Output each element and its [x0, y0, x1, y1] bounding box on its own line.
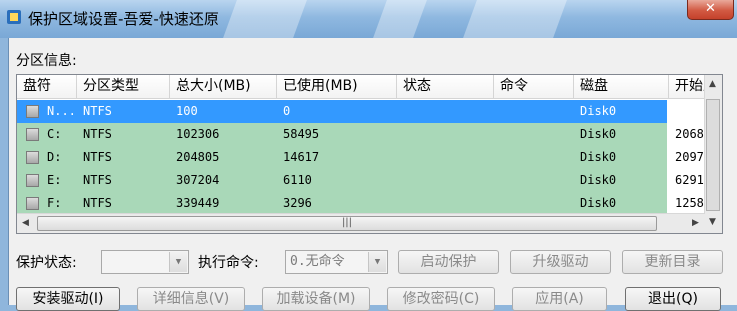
- cell-status: [403, 100, 493, 123]
- cell-drive: E:: [47, 173, 62, 187]
- scroll-up-icon[interactable]: ▲: [709, 79, 716, 89]
- scroll-down-icon[interactable]: ▼: [709, 217, 716, 227]
- close-icon: ✕: [705, 1, 716, 16]
- details-button[interactable]: 详细信息(V): [137, 287, 245, 311]
- exec-command-label: 执行命令:: [198, 255, 259, 271]
- change-password-button[interactable]: 修改密码(C): [387, 287, 495, 311]
- scroll-right-icon[interactable]: ▶: [692, 218, 699, 228]
- upgrade-driver-button[interactable]: 升级驱动: [510, 250, 611, 274]
- cell-command: [500, 146, 570, 169]
- cell-status: [403, 123, 493, 146]
- chevron-down-icon[interactable]: ▼: [368, 252, 386, 272]
- cell-total-size: 100: [176, 104, 198, 118]
- start-protect-button[interactable]: 启动保护: [398, 250, 499, 274]
- cell-disk: Disk0: [580, 173, 617, 187]
- cell-drive: F:: [47, 196, 62, 210]
- cell-command: [500, 169, 570, 192]
- column-used[interactable]: 已使用(MB): [277, 75, 397, 98]
- column-command[interactable]: 命令: [494, 75, 574, 98]
- cell-disk: Disk0: [580, 196, 617, 210]
- cell-drive: C:: [47, 127, 62, 141]
- cell-fs-type: NTFS: [83, 150, 112, 164]
- cell-fs-type: NTFS: [83, 127, 112, 141]
- column-fs-type[interactable]: 分区类型: [77, 75, 170, 98]
- list-header: 盘符 分区类型 总大小(MB) 已使用(MB) 状态 命令 磁盘 开始扇: [17, 75, 722, 99]
- vertical-scrollbar[interactable]: ▲ ▼: [704, 75, 722, 233]
- partition-row[interactable]: D: NTFS 204805 14617 Disk0 209731: [17, 146, 718, 169]
- title-bar: 保护区域设置-吾爱-快速还原 ✕: [0, 0, 737, 38]
- window-title: 保护区域设置-吾爱-快速还原: [28, 10, 219, 28]
- vertical-scroll-thumb[interactable]: [706, 99, 720, 211]
- cell-command: [500, 123, 570, 146]
- cell-total-size: 307204: [176, 173, 220, 187]
- cell-used: 3296: [283, 196, 312, 210]
- partition-row[interactable]: F: NTFS 339449 3296 Disk0 125833: [17, 192, 718, 215]
- cell-drive: N...: [47, 104, 76, 118]
- cell-status: [403, 169, 493, 192]
- row-checkbox[interactable]: [26, 174, 39, 187]
- update-directory-button[interactable]: 更新目录: [622, 250, 723, 274]
- cell-total-size: 102306: [176, 127, 220, 141]
- scroll-left-icon[interactable]: ◀: [22, 218, 29, 228]
- cell-drive: D:: [47, 150, 62, 164]
- row-checkbox[interactable]: [26, 197, 39, 210]
- app-icon: [7, 10, 21, 24]
- install-driver-button[interactable]: 安装驱动(I): [16, 287, 120, 311]
- partition-info-label: 分区信息:: [16, 53, 77, 69]
- row-checkbox[interactable]: [26, 151, 39, 164]
- cell-command: [500, 100, 570, 123]
- titlebar-decoration: [223, 0, 307, 38]
- exec-command-select[interactable]: 0.无命令 ▼: [285, 250, 388, 274]
- cell-fs-type: NTFS: [83, 196, 112, 210]
- cell-command: [500, 192, 570, 215]
- titlebar-decoration: [463, 0, 567, 38]
- chevron-down-icon[interactable]: ▼: [169, 252, 187, 272]
- cell-disk: Disk0: [580, 104, 617, 118]
- column-status[interactable]: 状态: [397, 75, 494, 98]
- row-checkbox[interactable]: [26, 128, 39, 141]
- protect-status-select[interactable]: ▼: [101, 250, 189, 274]
- scroll-grip-icon: |||: [341, 217, 353, 228]
- cell-total-size: 204805: [176, 150, 220, 164]
- titlebar-decoration: [373, 0, 427, 38]
- cell-used: 58495: [283, 127, 320, 141]
- cell-fs-type: NTFS: [83, 173, 112, 187]
- exit-button[interactable]: 退出(Q): [625, 287, 721, 311]
- protect-status-label: 保护状态:: [16, 255, 77, 271]
- cell-status: [403, 146, 493, 169]
- cell-disk: Disk0: [580, 127, 617, 141]
- cell-total-size: 339449: [176, 196, 220, 210]
- column-drive[interactable]: 盘符: [17, 75, 77, 98]
- horizontal-scrollbar[interactable]: ◀ ||| ▶: [17, 213, 705, 233]
- partition-row[interactable]: N... NTFS 100 0 Disk0 2048: [17, 100, 704, 123]
- cell-used: 0: [283, 104, 291, 118]
- column-total-size[interactable]: 总大小(MB): [170, 75, 277, 98]
- cell-disk: Disk0: [580, 150, 617, 164]
- apply-button[interactable]: 应用(A): [512, 287, 607, 311]
- column-disk[interactable]: 磁盘: [574, 75, 669, 98]
- horizontal-scroll-thumb[interactable]: |||: [37, 216, 657, 231]
- exec-command-value: 0.无命令: [290, 254, 345, 269]
- row-checkbox[interactable]: [26, 105, 39, 118]
- cell-used: 6110: [283, 173, 312, 187]
- partition-list[interactable]: 盘符 分区类型 总大小(MB) 已使用(MB) 状态 命令 磁盘 开始扇 N..…: [16, 74, 723, 234]
- partition-row[interactable]: C: NTFS 102306 58495 Disk0 206848: [17, 123, 718, 146]
- close-button[interactable]: ✕: [687, 0, 734, 20]
- cell-used: 14617: [283, 150, 320, 164]
- cell-status: [403, 192, 493, 215]
- partition-row[interactable]: E: NTFS 307204 6110 Disk0 629174: [17, 169, 718, 192]
- load-device-button[interactable]: 加载设备(M): [262, 287, 370, 311]
- cell-fs-type: NTFS: [83, 104, 112, 118]
